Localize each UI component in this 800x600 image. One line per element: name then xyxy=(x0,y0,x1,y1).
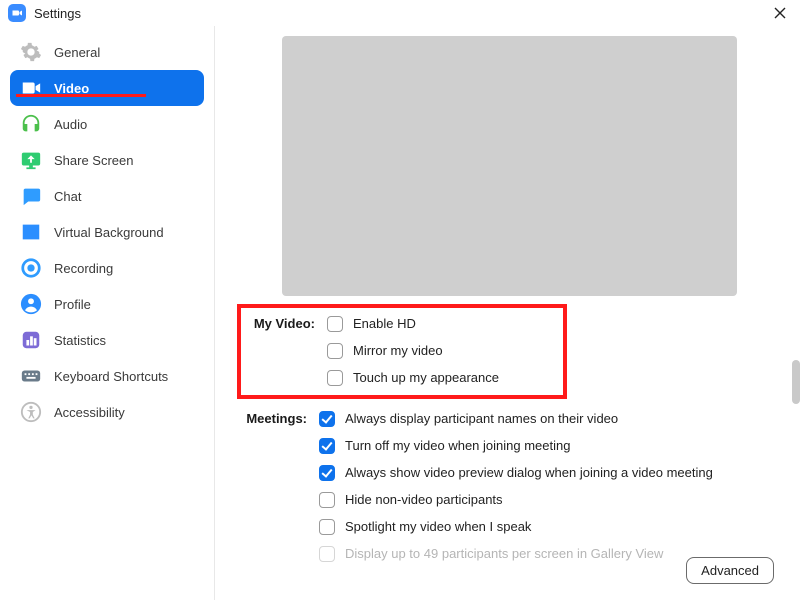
sidebar-item-label: Profile xyxy=(54,297,91,312)
checkbox-spotlight-when-speak[interactable] xyxy=(319,519,335,535)
sidebar-item-label: General xyxy=(54,45,100,60)
sidebar-item-chat[interactable]: Chat xyxy=(10,178,204,214)
virtual-background-icon xyxy=(20,221,42,243)
scrollbar-thumb[interactable] xyxy=(792,360,800,404)
checkbox-turn-off-video-joining[interactable] xyxy=(319,438,335,454)
sidebar-item-label: Virtual Background xyxy=(54,225,164,240)
advanced-button[interactable]: Advanced xyxy=(686,557,774,584)
option-row: Touch up my appearance xyxy=(327,364,557,391)
annotation-underline xyxy=(16,94,146,97)
option-row: Turn off my video when joining meeting xyxy=(319,432,778,459)
checkbox-touch-up-appearance[interactable] xyxy=(327,370,343,386)
option-label: Hide non-video participants xyxy=(345,492,503,507)
option-row: Mirror my video xyxy=(327,337,557,364)
checkbox-hide-non-video[interactable] xyxy=(319,492,335,508)
option-label: Always display participant names on thei… xyxy=(345,411,618,426)
checkbox-mirror-my-video[interactable] xyxy=(327,343,343,359)
gear-icon xyxy=(20,41,42,63)
sidebar-item-share-screen[interactable]: Share Screen xyxy=(10,142,204,178)
sidebar-item-label: Share Screen xyxy=(54,153,134,168)
sidebar-item-label: Chat xyxy=(54,189,81,204)
checkbox-enable-hd[interactable] xyxy=(327,316,343,332)
chat-icon xyxy=(20,185,42,207)
sidebar-item-general[interactable]: General xyxy=(10,34,204,70)
option-label: Touch up my appearance xyxy=(353,370,499,385)
group-title-meetings: Meetings: xyxy=(237,405,319,426)
titlebar: Settings xyxy=(0,0,800,26)
option-row: Always display participant names on thei… xyxy=(319,405,778,432)
option-row: Hide non-video participants xyxy=(319,486,778,513)
sidebar-item-label: Audio xyxy=(54,117,87,132)
option-label: Enable HD xyxy=(353,316,416,331)
sidebar-item-accessibility[interactable]: Accessibility xyxy=(10,394,204,430)
window-title: Settings xyxy=(34,6,81,21)
sidebar-item-profile[interactable]: Profile xyxy=(10,286,204,322)
sidebar-item-label: Statistics xyxy=(54,333,106,348)
sidebar-item-label: Accessibility xyxy=(54,405,125,420)
group-title-my-video: My Video: xyxy=(245,310,327,331)
annotation-box-my-video: My Video: Enable HD Mirror my video Touc… xyxy=(237,304,567,399)
sidebar-item-recording[interactable]: Recording xyxy=(10,250,204,286)
app-icon xyxy=(8,4,26,22)
sidebar-item-audio[interactable]: Audio xyxy=(10,106,204,142)
content-video-settings: My Video: Enable HD Mirror my video Touc… xyxy=(215,26,800,600)
option-label: Turn off my video when joining meeting xyxy=(345,438,570,453)
recording-icon xyxy=(20,257,42,279)
share-screen-icon xyxy=(20,149,42,171)
statistics-icon xyxy=(20,329,42,351)
sidebar-item-statistics[interactable]: Statistics xyxy=(10,322,204,358)
option-label: Mirror my video xyxy=(353,343,443,358)
option-row: Enable HD xyxy=(327,310,557,337)
option-label: Always show video preview dialog when jo… xyxy=(345,465,713,480)
sidebar-item-keyboard-shortcuts[interactable]: Keyboard Shortcuts xyxy=(10,358,204,394)
main: General Video Audio Share Screen xyxy=(0,26,800,600)
sidebar: General Video Audio Share Screen xyxy=(0,26,215,600)
accessibility-icon xyxy=(20,401,42,423)
sidebar-item-label: Keyboard Shortcuts xyxy=(54,369,168,384)
option-row: Always show video preview dialog when jo… xyxy=(319,459,778,486)
sidebar-item-video[interactable]: Video xyxy=(10,70,204,106)
group-meetings: Meetings: Always display participant nam… xyxy=(237,405,778,567)
close-icon[interactable] xyxy=(768,1,792,25)
profile-icon xyxy=(20,293,42,315)
option-label: Spotlight my video when I speak xyxy=(345,519,531,534)
checkbox-display-participant-names[interactable] xyxy=(319,411,335,427)
checkbox-49-participants xyxy=(319,546,335,562)
checkbox-video-preview-dialog[interactable] xyxy=(319,465,335,481)
sidebar-item-virtual-background[interactable]: Virtual Background xyxy=(10,214,204,250)
option-row: Spotlight my video when I speak xyxy=(319,513,778,540)
option-label: Display up to 49 participants per screen… xyxy=(345,546,663,561)
video-preview xyxy=(282,36,737,296)
group-my-video: My Video: Enable HD Mirror my video Touc… xyxy=(245,310,557,391)
sidebar-item-label: Recording xyxy=(54,261,113,276)
headphones-icon xyxy=(20,113,42,135)
keyboard-icon xyxy=(20,365,42,387)
